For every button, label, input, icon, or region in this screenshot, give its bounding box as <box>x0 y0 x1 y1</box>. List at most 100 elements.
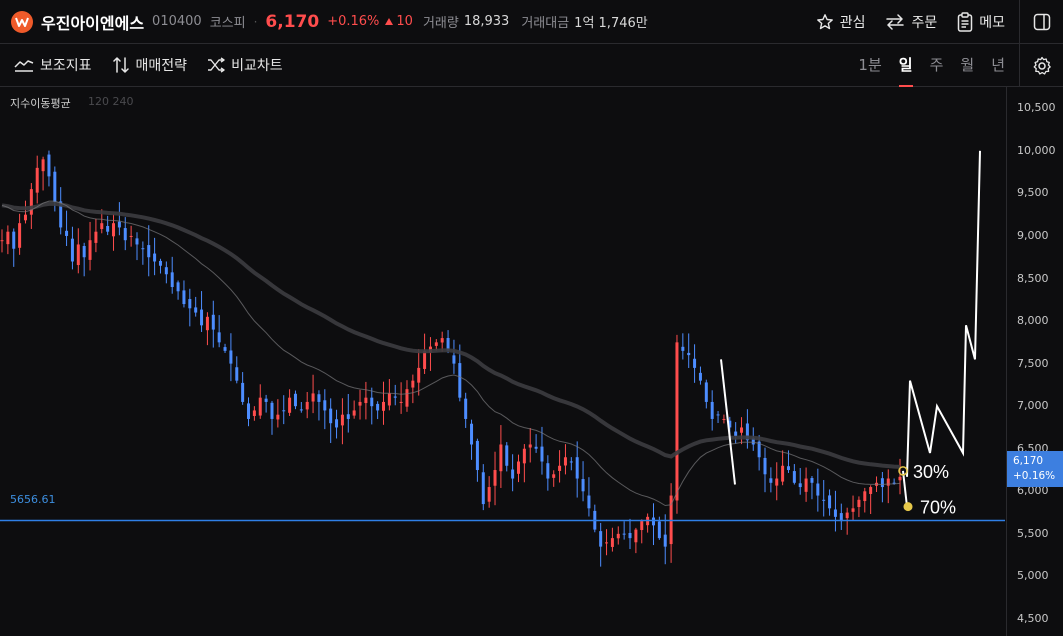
candle-body <box>423 350 427 369</box>
candle-body <box>628 532 632 539</box>
price-axis-tick: 5,000 <box>1017 569 1049 583</box>
candle-body <box>540 446 544 462</box>
change-absolute-value: 10 <box>396 14 413 29</box>
candle-body <box>722 418 726 420</box>
candle-body <box>470 423 474 445</box>
candle-body <box>170 272 174 288</box>
candle-body <box>82 245 86 258</box>
strategy-button[interactable]: 매매전략 <box>112 55 187 75</box>
candle-body <box>282 410 286 412</box>
ma-indicator-label[interactable]: 지수이동평균 <box>10 95 71 111</box>
stock-name[interactable]: 우진아이엔에스 <box>41 10 144 34</box>
period-tab-month[interactable]: 월 <box>960 44 974 87</box>
candle-body <box>188 299 192 309</box>
candle-body <box>798 483 802 488</box>
candle-body <box>335 419 339 428</box>
candle-body <box>18 223 22 248</box>
compare-button[interactable]: 비교차트 <box>207 55 283 75</box>
star-icon <box>816 14 833 30</box>
candle-body <box>299 409 303 411</box>
candle-body <box>851 508 855 512</box>
candle-body <box>822 499 826 501</box>
candle-body <box>898 476 902 481</box>
candle-body <box>135 238 139 245</box>
candle-body <box>47 154 51 177</box>
candle-body <box>740 427 744 433</box>
candle-body <box>552 474 556 478</box>
candle-body <box>164 267 168 275</box>
cross-arrows-icon <box>208 57 225 73</box>
candle-body <box>346 414 350 419</box>
indicators-label: 보조지표 <box>40 58 92 74</box>
amount-label: 거래대금 <box>521 16 570 31</box>
candle-body <box>153 253 157 262</box>
candle-body <box>147 245 151 258</box>
candle-body <box>710 401 714 419</box>
candle-body <box>200 309 204 326</box>
indicators-button[interactable]: 보조지표 <box>14 55 92 75</box>
candle-body <box>129 235 133 237</box>
candle-body <box>241 382 245 402</box>
up-triangle-icon <box>385 18 394 25</box>
buy-sell-arrows-icon <box>112 57 129 73</box>
clipboard-icon <box>957 12 973 32</box>
candle-body <box>781 465 785 482</box>
period-tabs: 1분 일 주 월 년 <box>858 44 1005 87</box>
candle-body <box>634 529 638 543</box>
candle-body <box>511 469 515 479</box>
candle-body <box>786 466 790 471</box>
chart-toolbar: 보조지표 매매전략 비교차트 1분 일 주 월 년 <box>0 44 1063 87</box>
chart-settings-button[interactable] <box>1019 44 1063 87</box>
amount-value: 1억 1,746만 <box>574 16 648 31</box>
stock-code: 010400 <box>152 14 202 29</box>
candle-body <box>211 314 215 330</box>
price-chart[interactable]: 30% 70% <box>0 87 1063 636</box>
candle-body <box>657 521 661 539</box>
candle-body <box>845 512 849 519</box>
current-price-tag: 6,170 +0.16% <box>1007 451 1063 487</box>
price-axis[interactable]: 10,500 10,000 9,500 9,000 8,500 8,000 7,500 7,0… <box>1006 87 1063 636</box>
separator-dot: · <box>253 14 258 29</box>
candle-body <box>663 534 667 547</box>
period-tab-year[interactable]: 년 <box>991 44 1005 87</box>
order-button[interactable]: 주문 <box>885 12 937 32</box>
candle-body <box>792 471 796 483</box>
header-actions: 관심 주문 메모 <box>816 0 1005 44</box>
period-tab-day[interactable]: 일 <box>898 44 913 87</box>
panel-toggle-button[interactable] <box>1019 0 1063 44</box>
volume-value: 18,933 <box>463 14 510 29</box>
watch-label: 관심 <box>839 15 866 31</box>
candle-body <box>610 538 614 547</box>
candle-body <box>393 396 397 398</box>
candle-body <box>117 221 121 228</box>
candle-body <box>329 408 333 424</box>
candle-body <box>106 226 110 232</box>
candle-body <box>323 400 327 411</box>
price-axis-tick: 5,500 <box>1017 526 1049 540</box>
candle-body <box>276 414 280 420</box>
candle-body <box>464 398 468 419</box>
candle-body <box>252 410 256 416</box>
candle-body <box>293 393 297 407</box>
candle-body <box>816 483 820 496</box>
annotation-30-label: 30% <box>913 462 949 482</box>
watch-button[interactable]: 관심 <box>816 12 866 32</box>
candle-body <box>640 521 644 531</box>
candle-body <box>288 397 292 413</box>
candle-body <box>651 517 655 526</box>
candle-body <box>546 463 550 479</box>
candle-body <box>358 401 362 406</box>
candle-body <box>176 282 180 292</box>
candle-body <box>6 231 10 245</box>
candle-body <box>223 347 227 351</box>
candle-body <box>475 440 479 471</box>
price-axis-tick: 8,000 <box>1017 314 1049 328</box>
candle-body <box>828 495 832 509</box>
candle-body <box>863 491 867 502</box>
candle-body <box>229 350 233 364</box>
candle-body <box>364 397 368 404</box>
period-tab-week[interactable]: 주 <box>930 44 944 87</box>
candle-body <box>194 307 198 313</box>
period-tab-minute[interactable]: 1분 <box>858 44 881 87</box>
memo-button[interactable]: 메모 <box>957 12 1005 32</box>
